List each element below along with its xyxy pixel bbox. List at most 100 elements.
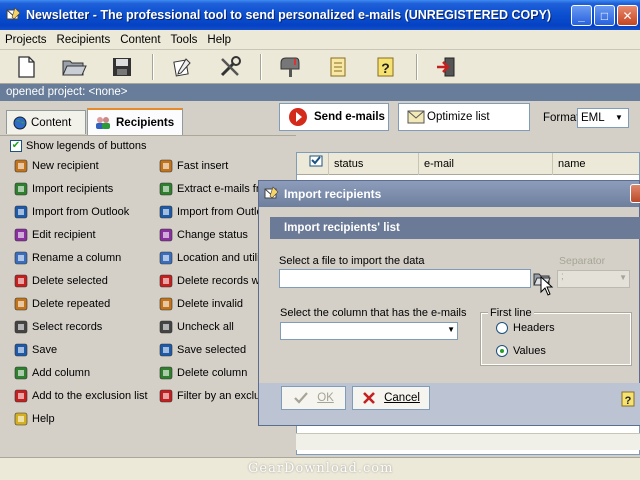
actions_left-1[interactable]: Import recipients <box>13 180 113 198</box>
cancel-button[interactable]: Cancel <box>352 386 430 410</box>
window-title: Newsletter - The professional tool to se… <box>26 8 552 22</box>
actions_right-2[interactable]: Import from Outlook <box>158 203 274 221</box>
ok-button[interactable]: OK <box>281 386 346 410</box>
help-icon[interactable]: ? <box>368 52 404 82</box>
action-label: Save selected <box>177 344 247 356</box>
action-label: Delete selected <box>32 275 108 287</box>
actions_left-11[interactable]: Help <box>13 410 55 428</box>
close-button[interactable]: ✕ <box>617 5 638 26</box>
tab-recipients[interactable]: Recipients <box>87 108 183 135</box>
open-folder-icon[interactable] <box>56 52 92 82</box>
tools-icon[interactable] <box>212 52 248 82</box>
grid-col-name[interactable]: name <box>553 153 639 175</box>
actions_right-3[interactable]: Change status <box>158 226 248 244</box>
exit-icon[interactable] <box>428 52 464 82</box>
checkmark-icon: ✔ <box>10 140 22 152</box>
maximize-button[interactable]: □ <box>594 5 615 26</box>
separator-select[interactable]: ; ▼ <box>557 270 630 288</box>
toolbar: ? <box>0 50 640 84</box>
grid-col-email[interactable]: e-mail <box>419 153 553 175</box>
filter-icon <box>158 388 174 404</box>
file-path-input[interactable] <box>279 269 531 288</box>
actions_left-4[interactable]: Rename a column <box>13 249 121 267</box>
actions_right-0[interactable]: Fast insert <box>158 157 228 175</box>
minimize-button[interactable]: _ <box>571 5 592 26</box>
format-select[interactable]: EML ▼ <box>577 108 629 128</box>
actions_left-6[interactable]: Delete repeated <box>13 295 110 313</box>
show-legends-checkbox[interactable]: ✔ Show legends of buttons <box>10 140 146 152</box>
first-line-group <box>480 312 632 366</box>
send-emails-button[interactable]: Send e-mails <box>279 103 389 131</box>
new-document-icon[interactable] <box>8 52 44 82</box>
ok-label: OK <box>317 392 334 404</box>
action-label: Import from Outlook <box>32 206 130 218</box>
add-column-icon <box>13 365 29 381</box>
action-label: Delete column <box>177 367 248 379</box>
actions_left-7[interactable]: Select records <box>13 318 102 336</box>
save-selected-icon <box>158 342 174 358</box>
svg-text:?: ? <box>625 395 632 407</box>
actions_left-8[interactable]: Save <box>13 341 57 359</box>
actions_left-5[interactable]: Delete selected <box>13 272 108 290</box>
menu-projects[interactable]: Projects <box>0 34 52 46</box>
chevron-down-icon: ▼ <box>615 113 623 122</box>
radio-values[interactable]: Values <box>496 345 546 357</box>
extract-icon <box>158 181 174 197</box>
action-label: Change status <box>177 229 248 241</box>
actions_left-0[interactable]: New recipient <box>13 157 99 175</box>
project-status: opened project: <none> <box>0 84 640 101</box>
grid-col-status[interactable]: status <box>329 153 419 175</box>
uncheck-icon <box>158 319 174 335</box>
radio-headers-label: Headers <box>513 322 555 334</box>
optimize-list-button[interactable]: Optimize list <box>398 103 530 131</box>
menu-recipients[interactable]: Recipients <box>52 34 116 46</box>
menu-help[interactable]: Help <box>202 34 236 46</box>
radio-circle <box>496 345 508 357</box>
actions_right-8[interactable]: Save selected <box>158 341 246 359</box>
email-column-select[interactable]: ▼ <box>280 322 458 340</box>
actions_left-3[interactable]: Edit recipient <box>13 226 96 244</box>
radio-values-label: Values <box>513 345 546 357</box>
app-icon <box>263 186 279 202</box>
grid-col-check[interactable] <box>297 153 329 175</box>
edit-pen-icon[interactable] <box>164 52 200 82</box>
save-disk-icon[interactable] <box>104 52 140 82</box>
optimize-list-label: Optimize list <box>427 111 490 123</box>
action-label: Delete invalid <box>177 298 244 310</box>
menu-content[interactable]: Content <box>115 34 165 46</box>
send-emails-label: Send e-mails <box>314 111 385 123</box>
actions_right-10[interactable]: Filter by an exclusio <box>158 387 274 405</box>
toolbar-separator <box>416 53 418 80</box>
scroll-icon[interactable] <box>320 52 356 82</box>
column-label: Select the column that has the e-mails <box>280 307 467 319</box>
help-icon <box>13 411 29 427</box>
chevron-down-icon: ▼ <box>619 273 627 282</box>
menu-tools[interactable]: Tools <box>166 34 203 46</box>
separator-value: ; <box>561 271 564 282</box>
format-value: EML <box>581 112 605 124</box>
actions_right-6[interactable]: Delete invalid <box>158 295 243 313</box>
watermark: GearDownload.com <box>248 461 394 476</box>
globe-icon <box>13 116 27 130</box>
action-label: Add column <box>32 367 91 379</box>
action-label: Add to the exclusion list <box>32 390 148 402</box>
edit-icon <box>13 227 29 243</box>
toolbar-separator <box>152 53 154 80</box>
actions_right-9[interactable]: Delete column <box>158 364 247 382</box>
dialog-close-button[interactable] <box>630 184 640 203</box>
radio-headers[interactable]: Headers <box>496 322 555 334</box>
actions_left-2[interactable]: Import from Outlook <box>13 203 129 221</box>
actions_left-10[interactable]: Add to the exclusion list <box>13 387 148 405</box>
tab-content[interactable]: Content <box>6 110 86 134</box>
rename-column-icon <box>13 250 29 266</box>
person-icon <box>13 158 29 174</box>
mailbox-icon[interactable] <box>272 52 308 82</box>
actions_right-7[interactable]: Uncheck all <box>158 318 234 336</box>
dialog-help-icon[interactable]: ? <box>620 390 636 408</box>
actions_right-5[interactable]: Delete records with <box>158 272 271 290</box>
actions_left-9[interactable]: Add column <box>13 364 90 382</box>
horizontal-scrollbar[interactable] <box>296 433 640 450</box>
cancel-x-icon <box>362 391 376 405</box>
action-label: New recipient <box>32 160 99 172</box>
mouse-cursor-icon <box>540 275 554 299</box>
